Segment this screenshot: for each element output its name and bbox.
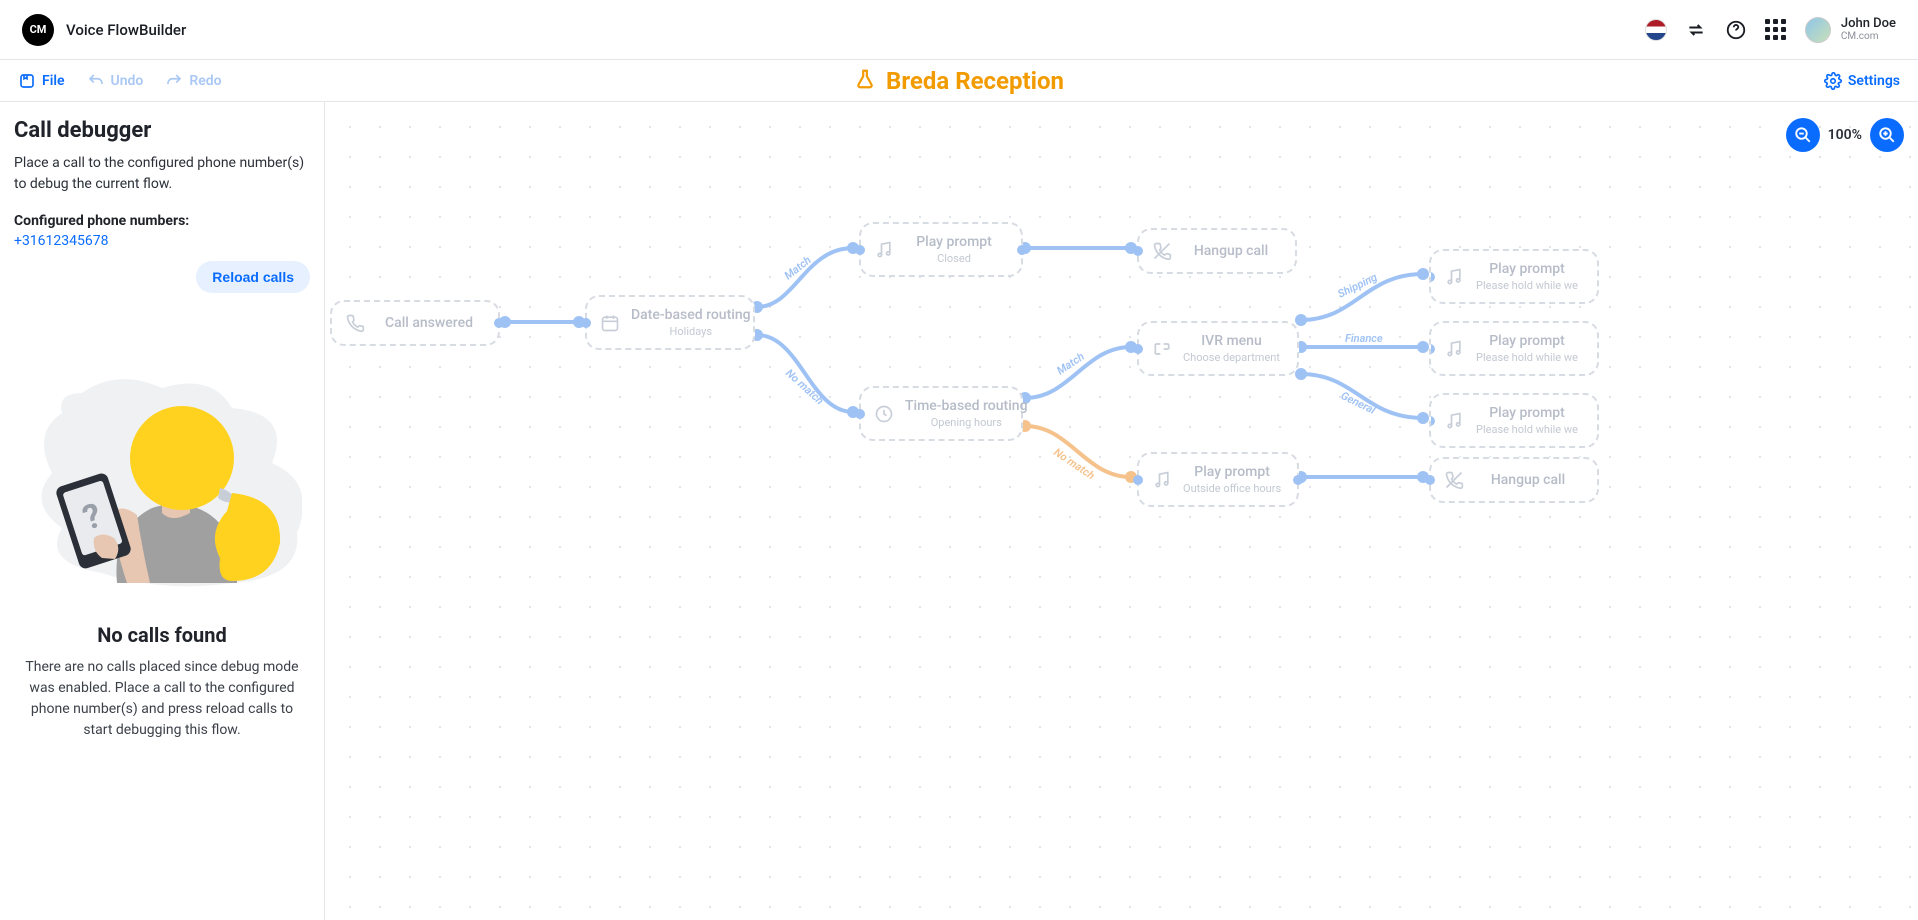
music-icon (1151, 469, 1173, 491)
sidebar: Call debugger Place a call to the config… (0, 102, 325, 920)
node-play-finance[interactable]: Play prompt Please hold while we (1429, 321, 1599, 376)
topbar: CM Voice FlowBuilder John Doe CM.com (0, 0, 1918, 60)
empty-desc: There are no calls placed since debug mo… (14, 657, 310, 741)
toolbar: File Undo Redo Breda Reception Settings (0, 60, 1918, 102)
music-icon (873, 239, 895, 261)
locale-flag[interactable] (1645, 19, 1667, 41)
node-call-answered[interactable]: Call answered (330, 300, 500, 346)
music-icon (1443, 338, 1465, 360)
avatar (1805, 17, 1831, 43)
calendar-icon (599, 312, 621, 334)
sidebar-desc: Place a call to the configured phone num… (14, 153, 310, 195)
zoom-controls: 100% (1786, 118, 1904, 152)
file-button[interactable]: File (18, 72, 65, 90)
zoom-out-button[interactable] (1786, 118, 1820, 152)
zoom-level: 100% (1828, 127, 1862, 143)
music-icon (1443, 266, 1465, 288)
node-hangup-1[interactable]: Hangup call (1137, 228, 1297, 274)
node-hangup-2[interactable]: Hangup call (1429, 457, 1599, 503)
node-play-outside[interactable]: Play prompt Outside office hours (1137, 452, 1299, 507)
flow-title: Breda Reception (886, 67, 1064, 95)
flask-icon (854, 68, 876, 94)
apps-icon[interactable] (1765, 19, 1787, 41)
music-icon (1443, 410, 1465, 432)
hangup-icon (1443, 469, 1465, 491)
phone-number[interactable]: +31612345678 (14, 233, 310, 249)
app-title: Voice FlowBuilder (66, 21, 186, 39)
app-logo: CM (22, 14, 54, 46)
zoom-in-button[interactable] (1870, 118, 1904, 152)
empty-illustration: ? (22, 333, 302, 593)
phone-icon (344, 312, 366, 334)
flow-canvas[interactable]: 100% Match No match (325, 102, 1918, 920)
sidebar-title: Call debugger (14, 118, 310, 143)
node-play-shipping[interactable]: Play prompt Please hold while we (1429, 249, 1599, 304)
reload-calls-button[interactable]: Reload calls (196, 261, 310, 293)
hangup-icon (1151, 240, 1173, 262)
node-play-closed[interactable]: Play prompt Closed (859, 222, 1023, 277)
phones-label: Configured phone numbers: (14, 213, 310, 229)
node-play-general[interactable]: Play prompt Please hold while we (1429, 393, 1599, 448)
node-ivr[interactable]: IVR menu Choose department (1137, 321, 1299, 376)
empty-title: No calls found (97, 623, 226, 647)
clock-icon (873, 403, 895, 425)
swap-icon[interactable] (1685, 19, 1707, 41)
node-time-routing[interactable]: Time-based routing Opening hours (859, 386, 1023, 441)
node-date-routing[interactable]: Date-based routing Holidays (585, 295, 755, 350)
help-icon[interactable] (1725, 19, 1747, 41)
redo-button[interactable]: Redo (165, 72, 221, 90)
user-name: John Doe (1841, 16, 1896, 32)
topbar-right: John Doe CM.com (1645, 16, 1896, 44)
user-menu[interactable]: John Doe CM.com (1805, 16, 1896, 44)
settings-button[interactable]: Settings (1824, 72, 1900, 90)
topbar-left: CM Voice FlowBuilder (22, 14, 186, 46)
user-org: CM.com (1841, 31, 1896, 43)
undo-button[interactable]: Undo (87, 72, 144, 90)
branch-icon (1151, 338, 1173, 360)
